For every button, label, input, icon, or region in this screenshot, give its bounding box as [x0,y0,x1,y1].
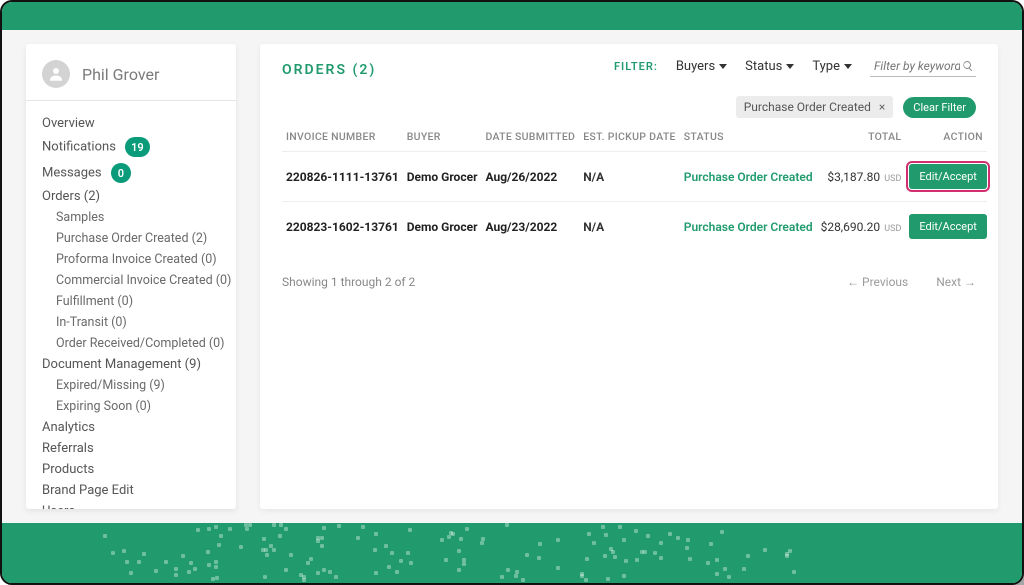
filter-label: FILTER: [614,60,658,73]
cell-status: Purchase Order Created [680,152,817,202]
cell-action: Edit/Accept [905,152,986,202]
sidebar-item-completed[interactable]: Order Received/Completed (0) [42,333,236,354]
col-pickup: EST. PICKUP DATE [579,124,680,152]
close-icon[interactable]: × [879,100,885,114]
cell-invoice: 220823-1602-13761 [282,202,403,252]
table-row: 220823-1602-13761Demo GrocerAug/23/2022N… [282,202,987,252]
user-name: Phil Grover [82,65,159,84]
showing-text: Showing 1 through 2 of 2 [282,275,415,289]
sidebar-item-brand-page[interactable]: Brand Page Edit [42,480,236,501]
filter-status[interactable]: Status [745,59,794,74]
sidebar-item-in-transit[interactable]: In-Transit (0) [42,312,236,333]
search-input[interactable] [872,58,962,74]
sidebar-item-notifications[interactable]: Notifications 19 [42,134,236,160]
filter-type[interactable]: Type [812,59,852,74]
sidebar-item-expired[interactable]: Expired/Missing (9) [42,375,236,396]
sidebar-item-doc-mgmt[interactable]: Document Management (9) [42,354,236,375]
search-icon [962,60,974,72]
sidebar-item-commercial[interactable]: Commercial Invoice Created (0) [42,270,236,291]
main-panel: ORDERS (2) FILTER: Buyers Status Type [260,44,998,509]
col-status: STATUS [680,124,817,152]
sidebar-item-orders[interactable]: Orders (2) [42,186,236,207]
col-invoice: INVOICE NUMBER [282,124,403,152]
filter-chip-label: Purchase Order Created [744,100,871,114]
col-date: DATE SUBMITTED [481,124,579,152]
filter-type-label: Type [812,59,840,74]
cell-buyer: Demo Grocer [403,202,482,252]
clear-filter-button[interactable]: Clear Filter [903,97,976,118]
filter-chip-status: Purchase Order Created × [736,96,894,118]
chevron-down-icon [844,64,852,69]
sidebar-item-samples[interactable]: Samples [42,207,236,228]
page-title: ORDERS (2) [282,62,376,78]
notifications-badge: 19 [125,137,150,157]
sidebar-item-overview[interactable]: Overview [42,113,236,134]
cell-pickup: N/A [579,152,680,202]
filter-status-label: Status [745,59,782,74]
next-page[interactable]: Next → [936,275,976,289]
table-row: 220826-1111-13761Demo GrocerAug/26/2022N… [282,152,987,202]
sidebar-item-proforma[interactable]: Proforma Invoice Created (0) [42,249,236,270]
chevron-down-icon [786,64,794,69]
messages-badge: 0 [111,163,131,183]
sidebar-item-label: Notifications [42,139,116,154]
filter-bar: FILTER: Buyers Status Type [614,56,976,77]
chevron-down-icon [719,64,727,69]
user-row: Phil Grover [26,44,236,101]
sidebar-item-messages[interactable]: Messages 0 [42,160,236,186]
col-action: ACTION [905,124,986,152]
cell-invoice: 220826-1111-13761 [282,152,403,202]
edit-accept-button[interactable]: Edit/Accept [909,164,986,189]
cell-total: $28,690.20 USD [817,202,906,252]
sidebar-item-referrals[interactable]: Referrals [42,438,236,459]
sidebar-item-expiring[interactable]: Expiring Soon (0) [42,396,236,417]
col-total: TOTAL [817,124,906,152]
prev-page[interactable]: ← Previous [847,275,908,289]
cell-pickup: N/A [579,202,680,252]
cell-status: Purchase Order Created [680,202,817,252]
cell-date: Aug/23/2022 [481,202,579,252]
filter-buyers[interactable]: Buyers [676,59,727,74]
edit-accept-button[interactable]: Edit/Accept [909,214,986,239]
sidebar: Phil Grover Overview Notifications 19 Me… [26,44,236,509]
sidebar-item-analytics[interactable]: Analytics [42,417,236,438]
person-icon [47,65,65,83]
pager: Showing 1 through 2 of 2 ← Previous Next… [282,275,976,289]
filter-buyers-label: Buyers [676,59,715,74]
col-buyer: BUYER [403,124,482,152]
cell-action: Edit/Accept [905,202,986,252]
search-input-wrap [870,56,976,77]
cell-date: Aug/26/2022 [481,152,579,202]
sidebar-item-users[interactable]: Users [42,501,236,509]
cell-buyer: Demo Grocer [403,152,482,202]
sidebar-item-po-created[interactable]: Purchase Order Created (2) [42,228,236,249]
sidebar-item-label: Messages [42,165,102,180]
sidebar-item-products[interactable]: Products [42,459,236,480]
avatar [42,60,70,88]
cell-total: $3,187.80 USD [817,152,906,202]
orders-table: INVOICE NUMBER BUYER DATE SUBMITTED EST.… [282,124,987,251]
sidebar-item-fulfillment[interactable]: Fulfillment (0) [42,291,236,312]
